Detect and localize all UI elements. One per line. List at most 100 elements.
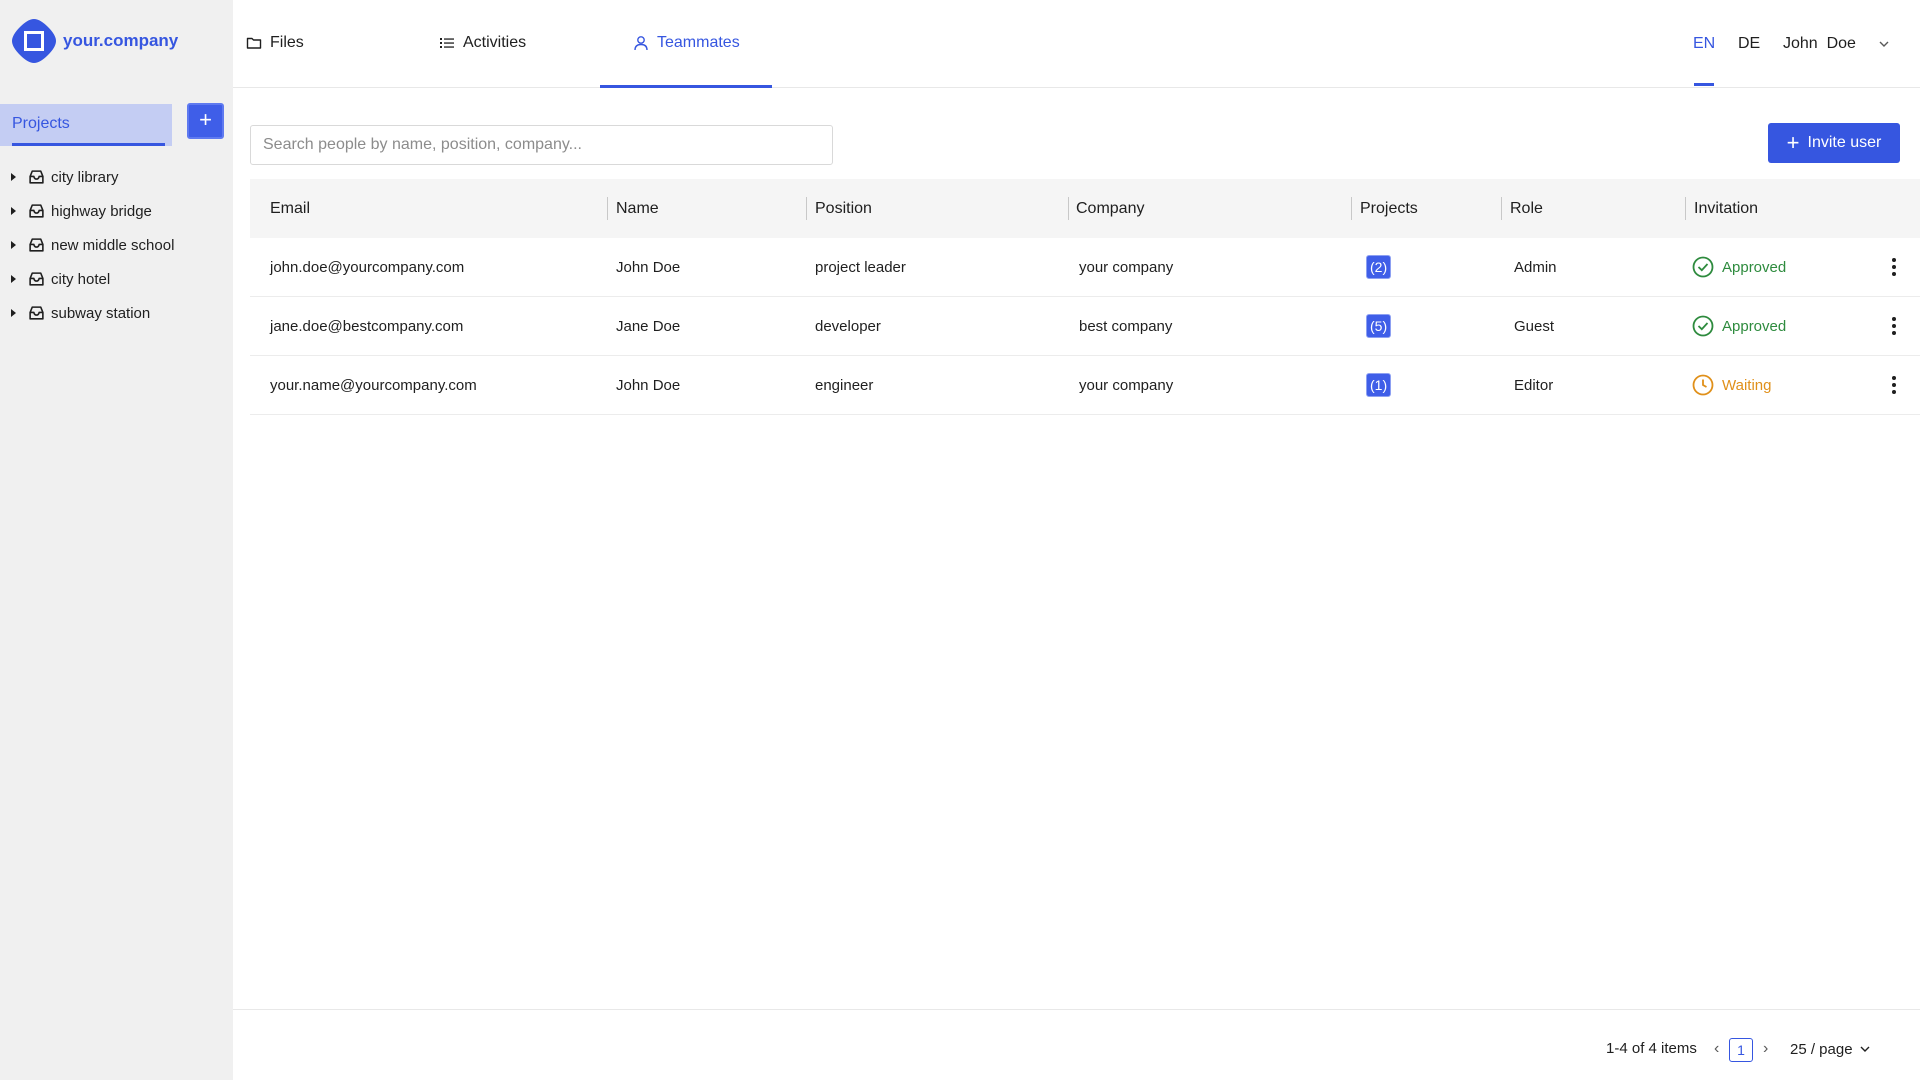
project-item-city-library[interactable]: city library bbox=[0, 160, 233, 194]
projects-count-badge[interactable]: (1) bbox=[1366, 373, 1392, 397]
name-cell: John Doe bbox=[616, 258, 681, 276]
plus-icon: + bbox=[1786, 130, 1800, 155]
project-item-label: new middle school bbox=[51, 236, 175, 254]
table-row[interactable]: jane.doe@bestcompany.com Jane Doe develo… bbox=[250, 297, 1920, 356]
tab-activities[interactable]: Activities bbox=[439, 0, 526, 86]
user-menu[interactable]: John Doe bbox=[1783, 35, 1890, 53]
project-item-city-hotel[interactable]: city hotel bbox=[0, 262, 233, 296]
brand-logo[interactable]: your.company bbox=[10, 17, 178, 65]
project-item-new-middle-school[interactable]: new middle school bbox=[0, 228, 233, 262]
project-item-label: city library bbox=[51, 168, 119, 186]
invitation-status: Approved bbox=[1692, 256, 1786, 278]
add-project-button[interactable]: + bbox=[187, 103, 224, 139]
table-row[interactable]: your.name@yourcompany.com John Doe engin… bbox=[250, 356, 1920, 415]
user-icon bbox=[634, 36, 648, 51]
tab-teammates[interactable]: Teammates bbox=[600, 0, 772, 88]
invite-user-label: Invite user bbox=[1807, 134, 1882, 151]
email-cell: john.doe@yourcompany.com bbox=[270, 258, 465, 276]
projects-count-badge[interactable]: (2) bbox=[1366, 255, 1392, 279]
pagination-summary: 1-4 of 4 items bbox=[1606, 1040, 1697, 1057]
expand-caret-icon[interactable] bbox=[11, 309, 16, 317]
invitation-status-label: Approved bbox=[1722, 258, 1787, 276]
chevron-down-icon bbox=[1879, 41, 1889, 47]
email-cell: your.name@yourcompany.com bbox=[270, 376, 477, 394]
column-header-role[interactable]: Role bbox=[1510, 179, 1543, 238]
language-active-indicator bbox=[1694, 83, 1714, 86]
project-item-label: city hotel bbox=[51, 270, 111, 288]
invitation-status-label: Waiting bbox=[1722, 376, 1772, 394]
invitation-cell: Approved bbox=[1692, 297, 1786, 355]
page-size-select[interactable]: 25 / page bbox=[1782, 1034, 1879, 1064]
check-circle-icon bbox=[1692, 256, 1714, 278]
column-header-email[interactable]: Email bbox=[270, 179, 310, 238]
row-more-options-icon[interactable] bbox=[1890, 258, 1898, 278]
language-en[interactable]: EN bbox=[1693, 35, 1715, 53]
pagination-bar: 1-4 of 4 items ‹ 1 › 25 / page bbox=[233, 1009, 1920, 1080]
email-cell: jane.doe@bestcompany.com bbox=[270, 317, 464, 335]
table-header: Email Name Position Company Projects Rol… bbox=[250, 179, 1920, 238]
sidebar: your.company Projects + city library hig… bbox=[0, 0, 233, 1080]
clock-icon bbox=[1692, 374, 1714, 396]
invitation-status: Waiting bbox=[1692, 374, 1771, 396]
role-cell: Guest bbox=[1514, 317, 1555, 335]
name-cell: John Doe bbox=[616, 376, 681, 394]
column-separator[interactable] bbox=[607, 197, 608, 220]
chevron-down-icon bbox=[1860, 1046, 1870, 1052]
role-cell: Editor bbox=[1514, 376, 1554, 394]
column-header-invitation[interactable]: Invitation bbox=[1694, 179, 1758, 238]
list-icon bbox=[440, 38, 454, 48]
company-cell: your company bbox=[1079, 376, 1174, 394]
previous-page-icon[interactable]: ‹ bbox=[1714, 1040, 1719, 1058]
projects-cell: (1) bbox=[1366, 356, 1392, 414]
next-page-icon[interactable]: › bbox=[1763, 1040, 1768, 1058]
position-cell: project leader bbox=[815, 258, 906, 276]
column-header-name[interactable]: Name bbox=[616, 179, 659, 238]
projects-tab-label: Projects bbox=[12, 115, 70, 132]
projects-tab[interactable]: Projects bbox=[0, 104, 172, 146]
inbox-icon bbox=[29, 203, 44, 218]
name-cell: Jane Doe bbox=[616, 317, 681, 335]
row-more-options-icon[interactable] bbox=[1890, 317, 1898, 337]
invitation-cell: Approved bbox=[1692, 238, 1786, 296]
column-header-projects[interactable]: Projects bbox=[1360, 179, 1418, 238]
role-cell: Admin bbox=[1514, 258, 1557, 276]
column-header-company[interactable]: Company bbox=[1076, 179, 1144, 238]
project-item-label: highway bridge bbox=[51, 202, 152, 220]
language-de[interactable]: DE bbox=[1738, 35, 1760, 53]
project-item-highway-bridge[interactable]: highway bridge bbox=[0, 194, 233, 228]
teammates-table: Email Name Position Company Projects Rol… bbox=[250, 179, 1920, 415]
inbox-icon bbox=[29, 169, 44, 184]
tab-files-label: Files bbox=[270, 34, 304, 51]
position-cell: developer bbox=[815, 317, 881, 335]
company-cell: your company bbox=[1079, 258, 1174, 276]
expand-caret-icon[interactable] bbox=[11, 207, 16, 215]
company-logo-icon bbox=[12, 19, 56, 63]
page-size-value: 25 / page bbox=[1790, 1040, 1853, 1058]
expand-caret-icon[interactable] bbox=[11, 241, 16, 249]
project-item-label: subway station bbox=[51, 304, 151, 322]
invitation-status-label: Approved bbox=[1722, 317, 1787, 335]
column-separator[interactable] bbox=[1068, 197, 1069, 220]
table-row[interactable]: john.doe@yourcompany.com John Doe projec… bbox=[250, 238, 1920, 297]
folder-icon bbox=[246, 37, 262, 49]
top-navigation: Files Activities Teammates EN DE bbox=[233, 0, 1920, 88]
projects-count-badge[interactable]: (5) bbox=[1366, 314, 1392, 338]
invite-user-button[interactable]: + Invite user bbox=[1768, 123, 1900, 163]
project-item-subway-station[interactable]: subway station bbox=[0, 296, 233, 330]
tab-files[interactable]: Files bbox=[246, 0, 304, 86]
page-number-button[interactable]: 1 bbox=[1729, 1038, 1753, 1062]
invitation-cell: Waiting bbox=[1692, 356, 1771, 414]
row-more-options-icon[interactable] bbox=[1890, 376, 1898, 396]
expand-caret-icon[interactable] bbox=[11, 275, 16, 283]
expand-caret-icon[interactable] bbox=[11, 173, 16, 181]
column-separator[interactable] bbox=[1685, 197, 1686, 220]
search-input[interactable] bbox=[250, 125, 833, 165]
column-separator[interactable] bbox=[1501, 197, 1502, 220]
check-circle-icon bbox=[1692, 315, 1714, 337]
column-header-position[interactable]: Position bbox=[815, 179, 872, 238]
tab-teammates-label: Teammates bbox=[657, 34, 740, 51]
column-separator[interactable] bbox=[1351, 197, 1352, 220]
invitation-status: Approved bbox=[1692, 315, 1786, 337]
column-separator[interactable] bbox=[806, 197, 807, 220]
inbox-icon bbox=[29, 237, 44, 252]
